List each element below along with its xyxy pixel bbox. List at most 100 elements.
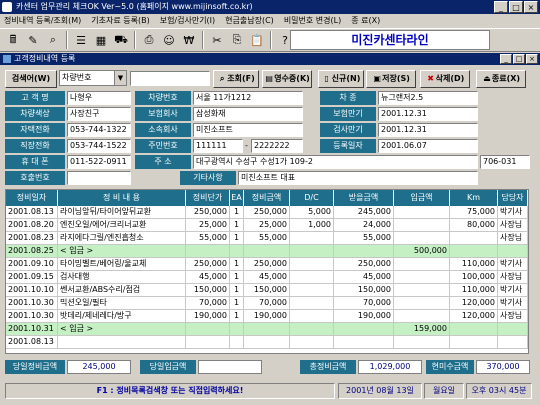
sub-close-button[interactable]: × — [526, 54, 538, 64]
cell-km[interactable]: 110,000 — [450, 284, 498, 296]
cell-km[interactable] — [450, 245, 498, 257]
cell-staff[interactable]: 박기사 — [498, 297, 528, 309]
table-row[interactable]: 2001.09.15 검사대행 45,000 1 45,000 45,000 100,000… — [6, 271, 528, 284]
menu-cashbook[interactable]: 현금출납장(C) — [225, 14, 274, 28]
cell-ea[interactable]: 1 — [230, 232, 244, 244]
cell-due[interactable] — [334, 323, 394, 335]
cell-date[interactable]: 2001.08.20 — [6, 219, 58, 231]
cell-unit[interactable]: 25,000 — [186, 219, 230, 231]
car-color-field[interactable]: 사장친구 — [67, 107, 131, 121]
insurance-expiry-field[interactable]: 2001.12.31 — [378, 107, 478, 121]
exit-button[interactable]: ⏏종료(X) — [476, 70, 526, 88]
cell-unit[interactable] — [186, 336, 230, 348]
cell-staff[interactable] — [498, 245, 528, 257]
pencil-icon[interactable]: ✎ — [24, 31, 42, 49]
cell-staff[interactable]: 박기사 — [498, 258, 528, 270]
cell-date[interactable]: 2001.08.25 — [6, 245, 58, 257]
col-due[interactable]: 받을금액 — [334, 190, 394, 206]
cell-desc[interactable]: 검사대행 — [58, 271, 186, 283]
cell-date[interactable]: 2001.10.30 — [6, 310, 58, 322]
table-row[interactable]: 2001.08.13 라이닝앞뒤/타이어앞뒤교환 250,000 1 250,000 5,… — [6, 206, 528, 219]
menu-insurance[interactable]: 보험/검사만기(I) — [160, 14, 215, 28]
menu-maintenance[interactable]: 정비내역 등록/조회(M) — [4, 14, 81, 28]
inspection-expiry-field[interactable]: 2001.12.31 — [378, 123, 478, 137]
col-paid[interactable]: 입금액 — [394, 190, 450, 206]
cell-date[interactable]: 2001.10.30 — [6, 297, 58, 309]
resident-no-front-field[interactable]: 111111 — [193, 139, 243, 153]
insurer-field[interactable]: 삼성화재 — [193, 107, 303, 121]
table-row[interactable]: 2001.09.10 타이밍벨트/베어링/울교체 250,000 1 250,000 25… — [6, 258, 528, 271]
cell-ea[interactable]: 1 — [230, 310, 244, 322]
cell-dc[interactable] — [290, 284, 334, 296]
minimize-button[interactable]: _ — [494, 1, 508, 13]
delete-button[interactable]: ✖ 삭제(D) — [420, 70, 470, 88]
cell-dc[interactable]: 5,000 — [290, 206, 334, 218]
calculator-icon[interactable]: 🖩 — [4, 31, 22, 49]
cell-ea[interactable]: 1 — [230, 219, 244, 231]
table-row[interactable]: 2001.08.20 엔진오일/에어/크리너교환 25,000 1 25,000 1,00… — [6, 219, 528, 232]
cell-unit[interactable]: 190,000 — [186, 310, 230, 322]
cell-desc[interactable]: 라이닝앞뒤/타이어앞뒤교환 — [58, 206, 186, 218]
cell-unit[interactable] — [186, 245, 230, 257]
car-icon[interactable]: ⛟ — [112, 31, 130, 49]
cell-km[interactable]: 100,000 — [450, 271, 498, 283]
cell-due[interactable] — [334, 336, 394, 348]
cell-desc[interactable] — [58, 336, 186, 348]
printer-icon[interactable]: ⎙ — [140, 31, 158, 49]
paste-icon[interactable]: 📋 — [248, 31, 266, 49]
cell-unit[interactable]: 45,000 — [186, 271, 230, 283]
zip-field[interactable]: 706-031 — [480, 155, 530, 169]
cell-date[interactable]: 2001.09.10 — [6, 258, 58, 270]
cell-paid[interactable] — [394, 310, 450, 322]
cell-dc[interactable] — [290, 310, 334, 322]
company-field[interactable]: 미진소프트 — [193, 123, 303, 137]
table-row[interactable]: 2001.10.10 쎈서교환/ABS수리/점검 150,000 1 150,000 15… — [6, 284, 528, 297]
cell-desc[interactable]: 쎈서교환/ABS수리/점검 — [58, 284, 186, 296]
home-phone-field[interactable]: 053-744-1322 — [67, 123, 131, 137]
save-button[interactable]: ▣저장(S) — [366, 70, 416, 88]
menu-exit[interactable]: 종 료(X) — [351, 14, 380, 28]
search-input[interactable] — [130, 71, 210, 86]
note-field[interactable]: 미진소프트 대표 — [238, 171, 478, 185]
cell-amount[interactable] — [244, 323, 290, 335]
cell-amount[interactable]: 70,000 — [244, 297, 290, 309]
sub-maximize-button[interactable]: □ — [513, 54, 525, 64]
cell-due[interactable]: 245,000 — [334, 206, 394, 218]
cell-km[interactable] — [450, 232, 498, 244]
chevron-down-icon[interactable]: ▼ — [114, 71, 126, 85]
table-row[interactable]: 2001.10.30 믹션오일/필타 70,000 1 70,000 70,000 120,… — [6, 297, 528, 310]
customer-name-field[interactable]: 나형우 — [67, 91, 131, 105]
table-row[interactable]: 2001.08.25 < 입금 > 500,000 — [6, 245, 528, 258]
cell-km[interactable]: 110,000 — [450, 258, 498, 270]
cell-staff[interactable]: 사장님 — [498, 310, 528, 322]
receipt-button[interactable]: ▤영수증(K) — [262, 70, 312, 88]
cell-dc[interactable] — [290, 336, 334, 348]
cell-dc[interactable]: 1,000 — [290, 219, 334, 231]
cell-dc[interactable] — [290, 271, 334, 283]
new-button[interactable]: ▯ 신규(N) — [318, 70, 364, 88]
col-unit-price[interactable]: 정비단가 — [186, 190, 230, 206]
view-button[interactable]: ⌕ 조회(F) — [213, 70, 259, 88]
cell-desc[interactable]: 라지에다그릴/엔진흡청소 — [58, 232, 186, 244]
col-ea[interactable]: EA — [230, 190, 244, 206]
col-staff[interactable]: 담당자 — [498, 190, 528, 206]
cell-date[interactable]: 2001.10.10 — [6, 284, 58, 296]
work-phone-field[interactable]: 053-744-1522 — [67, 139, 131, 153]
cell-staff[interactable]: 사장님 — [498, 271, 528, 283]
cell-desc[interactable]: 엔진오일/에어/크리너교환 — [58, 219, 186, 231]
cell-km[interactable]: 75,000 — [450, 206, 498, 218]
cell-km[interactable]: 80,000 — [450, 219, 498, 231]
cell-desc[interactable]: < 입금 > — [58, 245, 186, 257]
cell-staff[interactable] — [498, 336, 528, 348]
col-dc[interactable]: D/C — [290, 190, 334, 206]
list-icon[interactable]: ☰ — [72, 31, 90, 49]
cell-paid[interactable] — [394, 297, 450, 309]
cell-paid[interactable] — [394, 206, 450, 218]
cell-staff[interactable] — [498, 323, 528, 335]
cell-paid[interactable] — [394, 258, 450, 270]
cell-staff[interactable]: 박기사 — [498, 206, 528, 218]
cell-amount[interactable] — [244, 245, 290, 257]
cell-amount[interactable]: 150,000 — [244, 284, 290, 296]
cell-desc[interactable]: < 입금 > — [58, 323, 186, 335]
cell-paid[interactable] — [394, 219, 450, 231]
